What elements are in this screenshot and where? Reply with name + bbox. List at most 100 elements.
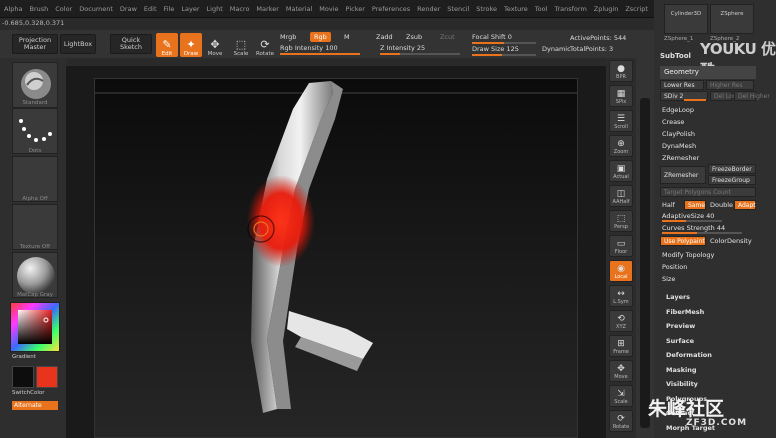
size-section[interactable]: Size	[662, 275, 675, 283]
menu-item-brush[interactable]: Brush	[29, 5, 48, 13]
color-density-slider[interactable]: ColorDensity	[710, 237, 752, 245]
claypolish-section[interactable]: ClayPolish	[662, 130, 695, 138]
section-layers[interactable]: Layers	[666, 293, 690, 301]
subtool-thumb-3-label[interactable]: ZSphere_1	[664, 36, 693, 42]
draw-size-slider[interactable]	[472, 54, 536, 56]
zremesher-button[interactable]: ZRemesher	[660, 166, 706, 184]
zsub-toggle[interactable]: Zsub	[406, 33, 422, 41]
menu-item-render[interactable]: Render	[417, 5, 440, 13]
shelf-zoom-button[interactable]: ⊕ Zoom	[609, 135, 633, 157]
menu-item-zscript[interactable]: Zscript	[625, 5, 648, 13]
projection-master-button[interactable]: Projection Master	[12, 34, 58, 54]
rgb-intensity-label[interactable]: Rgb Intensity 100	[280, 44, 338, 52]
double-button[interactable]: Double	[710, 201, 733, 209]
dynamesh-section[interactable]: DynaMesh	[662, 142, 696, 150]
subtool-thumb-cylinder[interactable]: Cylinder3D	[664, 4, 708, 34]
geometry-header[interactable]: Geometry	[660, 66, 756, 79]
subtool-thumb-zsphere[interactable]: ZSphere	[710, 4, 754, 34]
del-higher-button[interactable]: Del Higher	[734, 91, 770, 101]
document-viewport[interactable]	[94, 78, 578, 438]
section-surface[interactable]: Surface	[666, 337, 694, 345]
adapt-button[interactable]: Adapt	[734, 200, 756, 210]
color-picker[interactable]	[10, 302, 60, 352]
zremesher-section[interactable]: ZRemesher	[662, 154, 699, 162]
menu-item-layer[interactable]: Layer	[181, 5, 199, 13]
menu-item-macro[interactable]: Macro	[230, 5, 250, 13]
freeze-borders-button[interactable]: FreezeBorder	[708, 164, 756, 174]
gradient-label[interactable]: Gradient	[12, 354, 52, 360]
use-polypaint-button[interactable]: Use Polypaint	[660, 236, 706, 246]
position-section[interactable]: Position	[662, 263, 687, 271]
shelf-floor-button[interactable]: ▭ Floor	[609, 235, 633, 257]
menu-item-zplugin[interactable]: Zplugin	[594, 5, 619, 13]
edit-mode-button[interactable]: ✎ Edit	[156, 33, 178, 57]
rgb-toggle[interactable]: Rgb	[310, 32, 331, 42]
menu-item-document[interactable]: Document	[79, 5, 113, 13]
section-preview[interactable]: Preview	[666, 322, 695, 330]
menu-item-transform[interactable]: Transform	[554, 5, 586, 13]
focal-shift-slider[interactable]	[472, 42, 536, 44]
menu-item-file[interactable]: File	[164, 5, 175, 13]
curves-strength-slider[interactable]: Curves Strength 44	[662, 224, 725, 232]
shelf-frame-button[interactable]: ⊞ Frame	[609, 335, 633, 357]
section-masking[interactable]: Masking	[666, 366, 697, 374]
shelf-spix-button[interactable]: ▦ SPix	[609, 85, 633, 107]
shelf-persp-button[interactable]: ⬚ Persp	[609, 210, 633, 232]
menu-item-draw[interactable]: Draw	[120, 5, 137, 13]
m-toggle[interactable]: M	[344, 33, 350, 41]
canvas-scrollbar[interactable]	[636, 58, 654, 438]
lower-res-button[interactable]: Lower Res	[660, 80, 704, 90]
shelf-aahalf-button[interactable]: ◫ AAHalf	[609, 185, 633, 207]
shelf-rotate-button[interactable]: ⟳ Rotate	[609, 410, 633, 432]
sculpt-model[interactable]	[95, 79, 578, 438]
scale-mode-button[interactable]: ⬚ Scale	[230, 33, 252, 58]
menu-item-alpha[interactable]: Alpha	[4, 5, 22, 13]
subtool-header[interactable]: SubTool	[660, 52, 756, 65]
zcut-toggle[interactable]: Zcut	[440, 33, 455, 41]
freeze-groups-button[interactable]: FreezeGroup	[708, 175, 756, 185]
menu-item-stencil[interactable]: Stencil	[447, 5, 469, 13]
alternate-button[interactable]: Alternate	[12, 401, 58, 410]
shelf-move-button[interactable]: ✥ Move	[609, 360, 633, 382]
menu-item-movie[interactable]: Movie	[319, 5, 338, 13]
crease-section[interactable]: Crease	[662, 118, 684, 126]
menu-item-edit[interactable]: Edit	[144, 5, 157, 13]
shelf-bpr-button[interactable]: ● BPR	[609, 60, 633, 82]
menu-item-material[interactable]: Material	[286, 5, 312, 13]
half-button[interactable]: Half	[662, 201, 675, 209]
quick-sketch-button[interactable]: Quick Sketch	[110, 34, 152, 54]
menu-item-stroke[interactable]: Stroke	[476, 5, 497, 13]
move-mode-button[interactable]: ✥ Move	[204, 33, 226, 58]
adaptive-size-slider[interactable]: AdaptiveSize 40	[662, 212, 714, 220]
shelf-xyz-button[interactable]: ⟲ XYZ	[609, 310, 633, 332]
same-button[interactable]: Same	[684, 200, 706, 210]
mrgb-toggle[interactable]: Mrgb	[280, 33, 296, 41]
draw-size-label[interactable]: Draw Size 125	[472, 45, 519, 53]
menu-item-color[interactable]: Color	[55, 5, 72, 13]
rotate-mode-button[interactable]: ⟳ Rotate	[254, 33, 276, 58]
edgeloop-section[interactable]: EdgeLoop	[662, 106, 694, 114]
zadd-toggle[interactable]: Zadd	[376, 33, 393, 41]
focal-shift-label[interactable]: Focal Shift 0	[472, 33, 512, 41]
secondary-color-swatch[interactable]	[36, 366, 58, 388]
higher-res-button[interactable]: Higher Res	[706, 80, 754, 90]
rgb-intensity-slider[interactable]	[280, 53, 360, 55]
z-intensity-label[interactable]: Z Intensity 25	[380, 44, 425, 52]
primary-color-swatch[interactable]	[12, 366, 34, 388]
menu-item-picker[interactable]: Picker	[346, 5, 365, 13]
z-intensity-slider[interactable]	[380, 53, 460, 55]
section-deformation[interactable]: Deformation	[666, 351, 712, 359]
shelf-lsym-button[interactable]: ↔ L.Sym	[609, 285, 633, 307]
del-lower-button[interactable]: Del Lower	[710, 91, 744, 101]
target-polygons-slider[interactable]: Target Polygons Count	[660, 187, 756, 197]
shelf-local-button[interactable]: ◉ Local	[609, 260, 633, 282]
shelf-actual-button[interactable]: ▣ Actual	[609, 160, 633, 182]
section-visibility[interactable]: Visibility	[666, 380, 698, 388]
shelf-scroll-button[interactable]: ☰ Scroll	[609, 110, 633, 132]
scrollbar-thumb[interactable]	[640, 98, 650, 428]
menu-item-marker[interactable]: Marker	[256, 5, 278, 13]
menu-item-tool[interactable]: Tool	[535, 5, 548, 13]
switch-color-button[interactable]: SwitchColor	[12, 390, 62, 396]
draw-mode-button[interactable]: ✦ Draw	[180, 33, 202, 57]
menu-item-light[interactable]: Light	[207, 5, 223, 13]
